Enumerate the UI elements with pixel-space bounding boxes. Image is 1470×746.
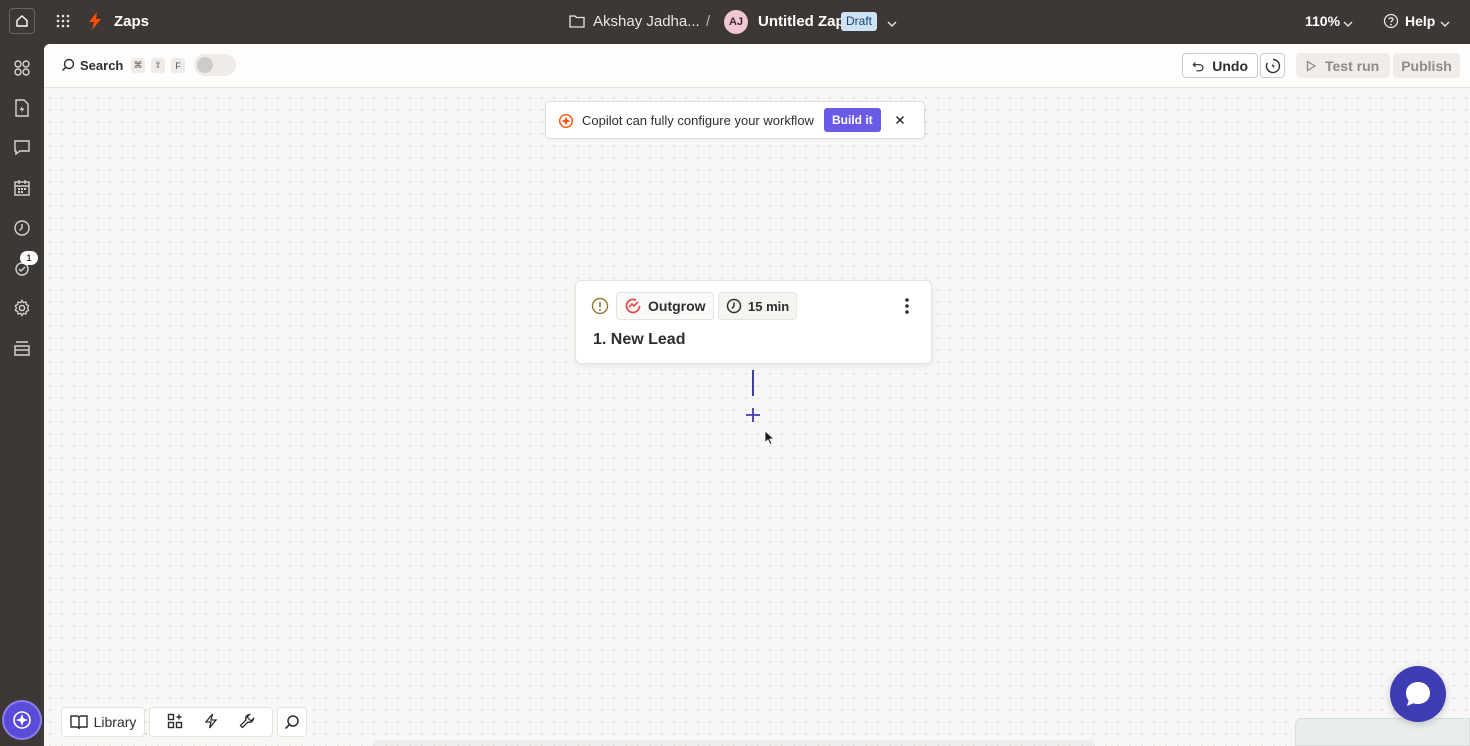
chat-bubble-icon bbox=[1406, 682, 1430, 706]
wrench-icon[interactable] bbox=[239, 713, 255, 732]
version-history-icon bbox=[1265, 58, 1280, 73]
polling-interval: 15 min bbox=[748, 298, 790, 314]
publish-label: Publish bbox=[1401, 57, 1452, 74]
help-menu[interactable]: Help bbox=[1405, 13, 1435, 29]
undo-icon bbox=[1192, 61, 1204, 71]
side-panel-peek[interactable] bbox=[1295, 718, 1470, 746]
copilot-banner: Copilot can fully configure your workflo… bbox=[545, 101, 925, 139]
shortcut-key-f: F bbox=[171, 58, 185, 73]
step-connector bbox=[752, 370, 754, 396]
layout-icon[interactable] bbox=[167, 713, 183, 732]
zap-title[interactable]: Untitled Zap bbox=[758, 13, 845, 30]
build-it-button[interactable]: Build it bbox=[824, 108, 881, 132]
brand-zaps[interactable]: Zaps bbox=[114, 13, 149, 30]
home-icon bbox=[16, 15, 28, 27]
step-title: 1. New Lead bbox=[593, 331, 686, 348]
left-nav: 1 bbox=[0, 44, 44, 746]
copilot-banner-text: Copilot can fully configure your workflo… bbox=[582, 113, 814, 128]
apps-icon[interactable] bbox=[12, 58, 32, 78]
help-icon bbox=[1383, 13, 1399, 34]
library-label: Library bbox=[93, 714, 137, 730]
search-button[interactable]: Search bbox=[80, 58, 123, 73]
notification-count-badge: 1 bbox=[20, 251, 38, 265]
version-history-button[interactable] bbox=[1260, 53, 1285, 78]
canvas-search-button[interactable] bbox=[277, 707, 307, 737]
polling-interval-chip[interactable]: 15 min bbox=[718, 292, 798, 320]
test-run-label: Test run bbox=[1325, 57, 1380, 74]
copilot-icon bbox=[13, 711, 31, 729]
search-icon bbox=[284, 715, 299, 730]
search-icon[interactable] bbox=[61, 58, 75, 77]
toggle-knob bbox=[197, 57, 213, 73]
clock-icon bbox=[726, 298, 742, 314]
breadcrumb-owner[interactable]: Akshay Jadha... bbox=[593, 13, 700, 30]
status-badge: Draft bbox=[841, 12, 878, 31]
app-name: Outgrow bbox=[648, 298, 706, 314]
undo-label: Undo bbox=[1212, 57, 1248, 74]
chevron-down-icon[interactable] bbox=[1342, 16, 1354, 34]
grid-icon bbox=[56, 14, 70, 28]
history-icon[interactable] bbox=[12, 218, 32, 238]
trigger-step-card[interactable]: Outgrow 15 min 1. New Lead bbox=[575, 280, 932, 364]
shortcut-key-cmd: ⌘ bbox=[131, 58, 145, 73]
breadcrumb-separator: / bbox=[706, 13, 711, 30]
shortcut-key-shift: ⇧ bbox=[151, 58, 165, 73]
chevron-down-icon[interactable] bbox=[1439, 16, 1451, 34]
copilot-sparkle-icon bbox=[558, 113, 574, 134]
canvas-toolbar: Search ⌘ ⇧ F Undo Test run Publish bbox=[44, 44, 1470, 88]
app-grid-button[interactable] bbox=[56, 14, 70, 33]
book-icon bbox=[69, 715, 88, 730]
close-icon[interactable] bbox=[892, 112, 908, 133]
play-icon bbox=[1306, 59, 1317, 72]
app-chip[interactable]: Outgrow bbox=[616, 292, 714, 320]
canvas-tools-group bbox=[149, 707, 273, 737]
zoom-level[interactable]: 110% bbox=[1305, 13, 1340, 29]
canvas-bottom-shadow bbox=[374, 740, 1094, 746]
chat-support-button[interactable] bbox=[1390, 666, 1446, 722]
outgrow-app-icon bbox=[625, 298, 641, 314]
canvas-toggle[interactable] bbox=[194, 54, 236, 76]
top-bar: Zaps Akshay Jadha... / AJ Untitled Zap D… bbox=[0, 0, 1470, 44]
settings-icon[interactable] bbox=[12, 298, 32, 318]
chat-icon[interactable] bbox=[12, 138, 32, 158]
mouse-cursor-icon bbox=[764, 430, 776, 451]
calendar-icon[interactable] bbox=[12, 178, 32, 198]
warning-icon bbox=[591, 297, 609, 320]
zap-file-icon[interactable] bbox=[12, 98, 32, 118]
library-button[interactable]: Library bbox=[61, 707, 145, 737]
test-run-button[interactable]: Test run bbox=[1296, 53, 1390, 78]
home-button[interactable] bbox=[9, 8, 35, 34]
undo-button[interactable]: Undo bbox=[1182, 53, 1258, 78]
zap-bolt-icon bbox=[88, 12, 102, 35]
step-menu-icon[interactable] bbox=[904, 297, 910, 320]
zap-editor-canvas[interactable]: Search ⌘ ⇧ F Undo Test run Publish Copil… bbox=[44, 44, 1470, 746]
avatar[interactable]: AJ bbox=[724, 10, 748, 34]
bolt-icon[interactable] bbox=[204, 713, 218, 732]
add-step-button[interactable] bbox=[742, 404, 764, 426]
layers-icon[interactable] bbox=[12, 338, 32, 358]
plus-icon bbox=[746, 408, 760, 422]
bottom-toolbar: Library bbox=[61, 707, 307, 737]
publish-button[interactable]: Publish bbox=[1393, 53, 1460, 78]
copilot-button[interactable] bbox=[4, 702, 40, 738]
chevron-down-icon[interactable] bbox=[886, 16, 898, 34]
folder-icon bbox=[569, 14, 585, 33]
